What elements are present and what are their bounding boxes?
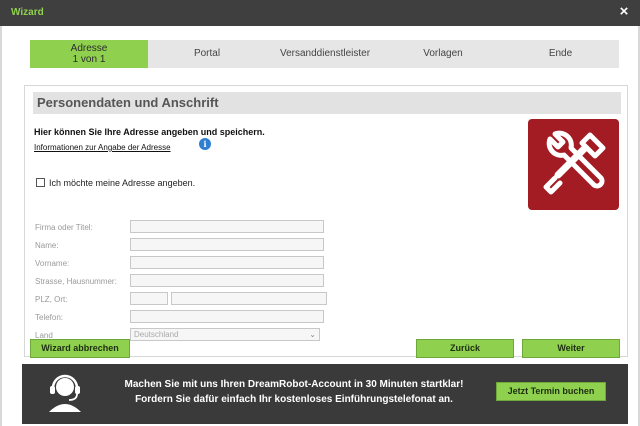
window-titlebar: Wizard × [0,0,640,26]
promo-message: Machen Sie mit uns Ihren DreamRobot-Acco… [104,377,484,407]
wizard-steps: Adresse 1 von 1 Portal Versanddienstleis… [30,40,619,68]
step-vorlagen[interactable]: Vorlagen [384,40,502,68]
promo-line-1: Machen Sie mit uns Ihren DreamRobot-Acco… [124,379,464,390]
cancel-wizard-button[interactable]: Wizard abbrechen [30,339,130,358]
strasse-field[interactable] [130,274,324,287]
wrench-screwdriver-icon [528,119,619,210]
vorname-field[interactable] [130,256,324,269]
plz-field[interactable] [130,292,168,305]
address-panel: Personendaten und Anschrift Hier können … [24,85,628,357]
name-field[interactable] [130,238,324,251]
land-select[interactable]: Deutschland ⌄ [130,328,320,341]
land-selected-value: Deutschland [134,330,179,339]
name-label: Name: [35,241,59,250]
step-adresse[interactable]: Adresse 1 von 1 [30,40,148,68]
intro-text: Hier können Sie Ihre Adresse angeben und… [34,127,265,137]
step-portal[interactable]: Portal [148,40,266,68]
panel-title: Personendaten und Anschrift [37,95,219,110]
telefon-field[interactable] [130,310,324,323]
wizard-window: Adresse 1 von 1 Portal Versanddienstleis… [0,26,640,426]
panel-header: Personendaten und Anschrift [33,92,621,114]
address-checkbox-label: Ich möchte meine Adresse angeben. [49,178,196,188]
step-sub-label: 1 von 1 [72,54,106,65]
headset-icon [44,372,86,414]
step-label: Adresse [70,43,108,54]
book-appointment-button[interactable]: Jetzt Termin buchen [496,382,606,401]
firma-label: Firma oder Titel: [35,223,93,232]
back-button[interactable]: Zurück [416,339,514,358]
next-button[interactable]: Weiter [522,339,620,358]
address-checkbox[interactable] [36,178,45,187]
ort-field[interactable] [171,292,327,305]
step-ende[interactable]: Ende [502,40,619,68]
firma-field[interactable] [130,220,324,233]
window-title: Wizard [11,7,44,18]
info-icon[interactable]: i [199,138,211,150]
close-icon[interactable]: × [616,4,632,20]
promo-line-2: Fordern Sie dafür einfach Ihr kostenlose… [135,394,453,405]
vorname-label: Vorname: [35,259,70,268]
strasse-label: Strasse, Hausnummer: [35,277,117,286]
chevron-down-icon: ⌄ [309,330,316,339]
info-link[interactable]: Informationen zur Angabe der Adresse [34,143,171,152]
step-versanddienstleister[interactable]: Versanddienstleister [266,40,384,68]
telefon-label: Telefon: [35,313,64,322]
plz-ort-label: PLZ, Ort: [35,295,68,304]
